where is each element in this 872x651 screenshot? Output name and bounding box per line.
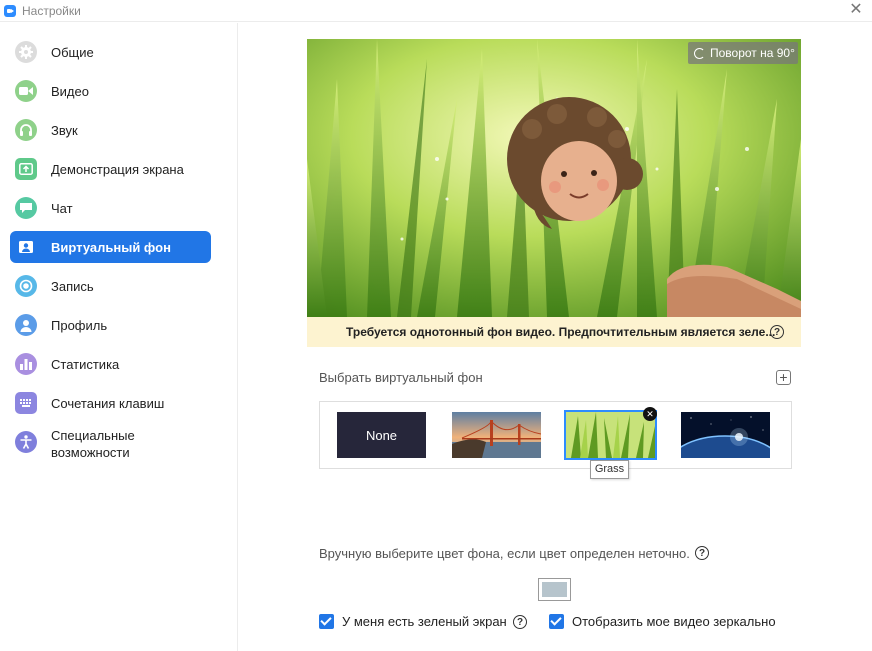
- sidebar-item-label: Специальные возможности: [51, 428, 135, 460]
- swatch-fill: [542, 582, 567, 597]
- checkbox-label: У меня есть зеленый экран: [342, 614, 507, 629]
- headphones-icon: [15, 119, 37, 141]
- warning-text: Требуется однотонный фон видео. Предпочт…: [346, 325, 776, 339]
- add-background-button[interactable]: +: [776, 370, 791, 385]
- mirror-video-checkbox[interactable]: Отобразить мое видео зеркально: [549, 614, 776, 629]
- help-icon[interactable]: ?: [770, 325, 784, 339]
- sidebar-item-chat[interactable]: Чат: [10, 192, 211, 224]
- sidebar-item-virtual-background[interactable]: Виртуальный фон: [10, 231, 211, 263]
- rotate-icon: [694, 47, 705, 59]
- close-button[interactable]: ✕: [848, 2, 864, 18]
- solid-background-warning: Требуется однотонный фон видео. Предпочт…: [307, 317, 801, 347]
- sidebar-item-label: Чат: [51, 200, 73, 216]
- background-list: None: [319, 401, 792, 469]
- title-bar: Настройки ✕: [0, 0, 872, 22]
- sidebar-item-keyboard-shortcuts[interactable]: Сочетания клавиш: [10, 387, 211, 419]
- sidebar-item-video[interactable]: Видео: [10, 75, 211, 107]
- checkbox-label: Отобразить мое видео зеркально: [572, 614, 776, 629]
- chat-bubble-icon: [15, 197, 37, 219]
- sidebar-item-label: Общие: [51, 44, 94, 60]
- help-icon[interactable]: ?: [695, 546, 709, 560]
- sidebar-item-profile[interactable]: Профиль: [10, 309, 211, 341]
- gear-icon: [15, 41, 37, 63]
- sidebar-item-audio[interactable]: Звук: [10, 114, 211, 146]
- sidebar-item-share-screen[interactable]: Демонстрация экрана: [10, 153, 211, 185]
- record-icon: [15, 275, 37, 297]
- video-camera-icon: [15, 80, 37, 102]
- remove-background-button[interactable]: ✕: [643, 407, 657, 421]
- zoom-app-icon: [4, 4, 16, 17]
- accessibility-icon: [15, 431, 37, 453]
- keyboard-icon: [15, 392, 37, 414]
- thumb-label: None: [365, 427, 398, 443]
- thumbnail-tooltip: Grass: [590, 460, 629, 479]
- sidebar-item-accessibility[interactable]: Специальные возможности: [10, 425, 211, 465]
- sidebar-item-label: Виртуальный фон: [51, 239, 171, 255]
- sidebar-item-label: Звук: [51, 122, 78, 138]
- manual-color-label: Вручную выберите цвет фона, если цвет оп…: [319, 546, 690, 561]
- bar-chart-icon: [15, 353, 37, 375]
- settings-sidebar: Общие Видео Звук Демонстрация экрана Чат…: [0, 23, 238, 651]
- rotate-90-button[interactable]: Поворот на 90°: [688, 42, 798, 64]
- sidebar-item-label: Статистика: [51, 356, 120, 372]
- choose-background-label: Выбрать виртуальный фон: [319, 370, 483, 385]
- window-title: Настройки: [22, 3, 81, 18]
- checkbox-checked-icon: [549, 614, 564, 629]
- sidebar-item-general[interactable]: Общие: [10, 36, 211, 68]
- share-screen-icon: [15, 158, 37, 180]
- person-icon: [15, 314, 37, 336]
- checkbox-checked-icon: [319, 614, 334, 629]
- rotate-label: Поворот на 90°: [710, 46, 795, 60]
- background-thumb-golden-gate[interactable]: [452, 412, 541, 458]
- sidebar-item-label: Демонстрация экрана: [51, 161, 184, 177]
- help-icon[interactable]: ?: [513, 615, 527, 629]
- sidebar-item-label: Сочетания клавиш: [51, 395, 165, 411]
- sidebar-item-statistics[interactable]: Статистика: [10, 348, 211, 380]
- green-screen-checkbox[interactable]: У меня есть зеленый экран: [319, 614, 507, 629]
- background-thumb-earth[interactable]: [681, 412, 770, 458]
- background-color-swatch[interactable]: [538, 578, 571, 601]
- person-card-icon: [15, 236, 37, 258]
- sidebar-item-label: Профиль: [51, 317, 108, 333]
- sidebar-item-label: Запись: [51, 278, 94, 294]
- sidebar-item-label: Видео: [51, 83, 89, 99]
- sidebar-item-recording[interactable]: Запись: [10, 270, 211, 302]
- video-preview: [307, 39, 801, 317]
- background-thumb-none[interactable]: None: [337, 412, 426, 458]
- background-thumb-grass[interactable]: [564, 410, 657, 460]
